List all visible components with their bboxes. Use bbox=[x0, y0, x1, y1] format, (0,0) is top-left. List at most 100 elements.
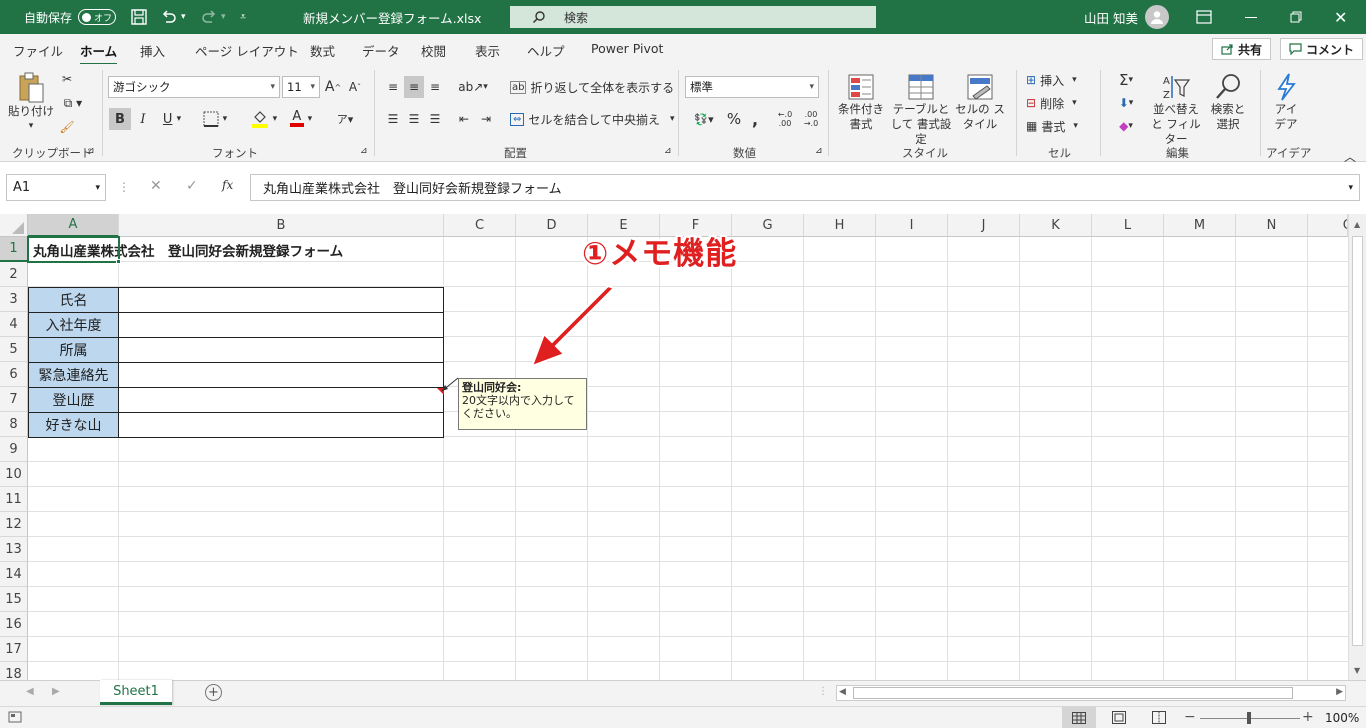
increase-indent-icon[interactable]: ⇥ bbox=[477, 108, 495, 130]
minimize-icon[interactable] bbox=[1245, 0, 1257, 34]
borders-icon[interactable]: ▾ bbox=[198, 108, 232, 130]
row-header-10[interactable]: 10 bbox=[0, 462, 28, 487]
clipboard-launcher-icon[interactable]: ⊿ bbox=[87, 146, 95, 156]
add-sheet-icon[interactable]: + bbox=[205, 684, 222, 701]
tab-home[interactable]: ホーム bbox=[80, 41, 118, 66]
font-launcher-icon[interactable]: ⊿ bbox=[360, 146, 368, 156]
prev-sheet-icon[interactable]: ◀ bbox=[26, 686, 34, 697]
align-center-icon[interactable]: ☰ bbox=[404, 108, 424, 130]
row-header-2[interactable]: 2 bbox=[0, 262, 28, 287]
scroll-right-icon[interactable]: ▶ bbox=[1336, 687, 1343, 697]
format-as-table-button[interactable]: テーブルとして 書式設定 bbox=[888, 72, 954, 147]
increase-decimal-icon[interactable]: ←.0.00 bbox=[774, 108, 796, 130]
row-header-7[interactable]: 7 bbox=[0, 387, 28, 412]
customize-toolbar-icon[interactable]: ⩡ bbox=[240, 0, 246, 34]
comments-button[interactable]: コメント bbox=[1280, 38, 1364, 60]
normal-view-icon[interactable] bbox=[1062, 707, 1096, 728]
column-header-g[interactable]: G bbox=[732, 214, 804, 237]
decrease-decimal-icon[interactable]: .00 →.0 bbox=[800, 108, 822, 130]
align-left-icon[interactable]: ☰ bbox=[383, 108, 403, 130]
sort-filter-button[interactable]: AZ 並べ替えと フィルター bbox=[1148, 72, 1204, 147]
tab-power-pivot[interactable]: Power Pivot bbox=[591, 41, 663, 56]
search-box[interactable]: 検索 bbox=[510, 6, 876, 28]
zoom-out-icon[interactable]: − bbox=[1184, 709, 1196, 725]
select-all-button[interactable] bbox=[0, 214, 28, 237]
column-header-a[interactable]: A bbox=[28, 214, 119, 237]
cancel-entry-icon[interactable]: ✕ bbox=[150, 178, 162, 194]
vertical-scroll-thumb[interactable] bbox=[1352, 236, 1363, 646]
column-header-n[interactable]: N bbox=[1236, 214, 1308, 237]
input-name[interactable] bbox=[118, 287, 444, 313]
tab-view[interactable]: 表示 bbox=[475, 41, 500, 60]
row-header-1[interactable]: 1 bbox=[0, 237, 28, 262]
input-emergency-contact[interactable] bbox=[118, 362, 444, 388]
insert-function-icon[interactable]: fx bbox=[222, 178, 233, 192]
input-climbing-history[interactable] bbox=[118, 387, 444, 413]
zoom-level[interactable]: 100% bbox=[1325, 711, 1359, 725]
macro-status-icon[interactable] bbox=[8, 710, 22, 727]
undo-icon[interactable]: ▾ bbox=[160, 0, 186, 34]
cell-styles-button[interactable]: セルの スタイル bbox=[955, 72, 1005, 132]
avatar[interactable] bbox=[1145, 0, 1169, 34]
confirm-entry-icon[interactable]: ✓ bbox=[186, 178, 198, 194]
font-size-select[interactable]: 11 ▾ bbox=[282, 76, 320, 98]
find-select-button[interactable]: 検索と 選択 bbox=[1206, 72, 1250, 132]
font-name-select[interactable]: 游ゴシック ▾ bbox=[108, 76, 280, 98]
page-break-view-icon[interactable] bbox=[1152, 711, 1166, 727]
insert-cells-button[interactable]: ⊞ 挿入 ▾ bbox=[1026, 70, 1077, 90]
tab-file[interactable]: ファイル bbox=[13, 41, 63, 60]
conditional-formatting-button[interactable]: 条件付き 書式 bbox=[836, 72, 886, 132]
row-header-8[interactable]: 8 bbox=[0, 412, 28, 437]
row-header-13[interactable]: 13 bbox=[0, 537, 28, 562]
input-join-year[interactable] bbox=[118, 312, 444, 338]
merge-center-button[interactable]: ⇔ セルを結合して中央揃え ▾ bbox=[510, 108, 675, 130]
percent-icon[interactable]: % bbox=[725, 108, 743, 130]
row-header-3[interactable]: 3 bbox=[0, 287, 28, 312]
comma-style-icon[interactable]: , bbox=[746, 108, 764, 130]
close-icon[interactable]: ✕ bbox=[1334, 0, 1347, 34]
cut-icon[interactable]: ✂ bbox=[58, 70, 76, 88]
wrap-text-button[interactable]: ab 折り返して全体を表示する bbox=[510, 76, 674, 98]
column-header-h[interactable]: H bbox=[804, 214, 876, 237]
row-header-9[interactable]: 9 bbox=[0, 437, 28, 462]
row-header-6[interactable]: 6 bbox=[0, 362, 28, 387]
italic-button[interactable]: I bbox=[133, 108, 153, 130]
fill-handle[interactable] bbox=[116, 259, 121, 264]
orientation-icon[interactable]: ab↗ ▾ bbox=[456, 76, 490, 98]
ideas-button[interactable]: アイ デア bbox=[1268, 72, 1304, 132]
column-header-b[interactable]: B bbox=[119, 214, 444, 237]
share-button[interactable]: 共有 bbox=[1212, 38, 1272, 60]
scroll-up-icon[interactable]: ▲ bbox=[1354, 220, 1360, 229]
align-middle-icon[interactable]: ≡ bbox=[404, 76, 424, 98]
row-header-11[interactable]: 11 bbox=[0, 487, 28, 512]
tab-insert[interactable]: 挿入 bbox=[140, 41, 165, 60]
restore-icon[interactable] bbox=[1290, 0, 1302, 34]
column-header-l[interactable]: L bbox=[1092, 214, 1164, 237]
align-top-icon[interactable]: ≡ bbox=[383, 76, 403, 98]
format-cells-button[interactable]: ▦ 書式 ▾ bbox=[1026, 116, 1078, 136]
horizontal-scroll-thumb[interactable] bbox=[853, 687, 1293, 699]
bold-button[interactable]: B bbox=[109, 108, 131, 130]
autosave-toggle[interactable]: オフ bbox=[78, 9, 117, 25]
shrink-font-icon[interactable]: Aˇ bbox=[346, 76, 364, 98]
autosum-icon[interactable]: Σ ▾ bbox=[1110, 70, 1142, 90]
align-bottom-icon[interactable]: ≡ bbox=[425, 76, 445, 98]
autosave-control[interactable]: 自動保存 オフ bbox=[24, 0, 117, 34]
delete-cells-button[interactable]: ⊟ 削除 ▾ bbox=[1026, 93, 1077, 113]
column-header-o[interactable]: O bbox=[1308, 214, 1348, 237]
zoom-slider-thumb[interactable] bbox=[1247, 712, 1251, 724]
zoom-in-icon[interactable]: + bbox=[1302, 709, 1314, 725]
input-favorite-mountain[interactable] bbox=[118, 412, 444, 438]
fill-icon[interactable]: ⬇ ▾ bbox=[1110, 93, 1142, 113]
font-color-icon[interactable]: A ▾ bbox=[284, 108, 318, 130]
vertical-scrollbar[interactable]: ▲ ▼ bbox=[1348, 214, 1366, 680]
column-header-i[interactable]: I bbox=[876, 214, 948, 237]
alignment-launcher-icon[interactable]: ⊿ bbox=[664, 146, 672, 156]
tab-review[interactable]: 校閲 bbox=[421, 41, 446, 60]
column-header-c[interactable]: C bbox=[444, 214, 516, 237]
tab-splitter-icon[interactable]: ⋮ bbox=[818, 686, 828, 697]
paste-button[interactable]: 貼り付け ▾ bbox=[8, 72, 54, 134]
decrease-indent-icon[interactable]: ⇤ bbox=[455, 108, 473, 130]
column-header-k[interactable]: K bbox=[1020, 214, 1092, 237]
next-sheet-icon[interactable]: ▶ bbox=[52, 686, 60, 697]
